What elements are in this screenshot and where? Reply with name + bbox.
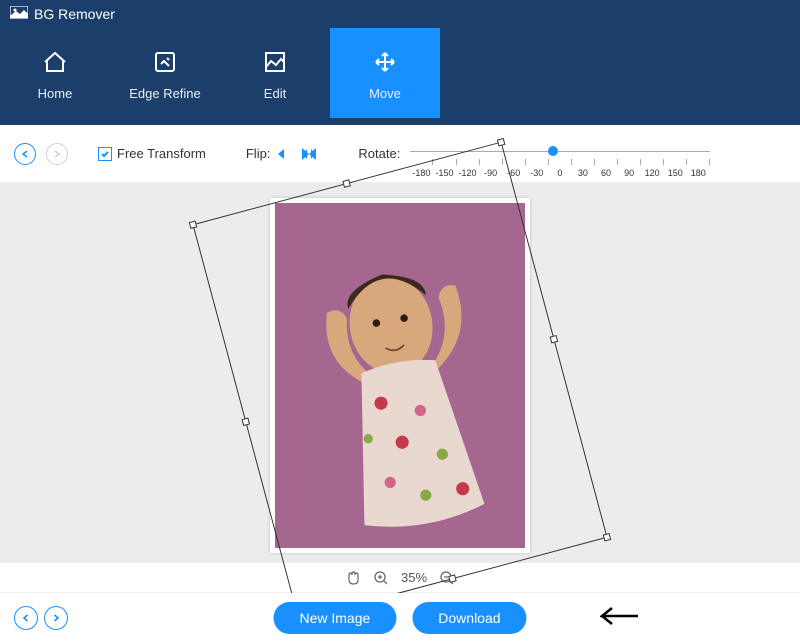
transform-handle-tl[interactable] <box>189 220 198 229</box>
free-transform-toggle[interactable]: Free Transform <box>98 146 206 161</box>
rotate-slider-knob[interactable] <box>548 146 558 156</box>
edit-icon <box>263 50 287 74</box>
pan-hand-icon[interactable] <box>345 570 361 586</box>
nav-tab-home[interactable]: Home <box>0 28 110 118</box>
nav-tabs: Home Edge Refine Edit Move <box>0 28 800 118</box>
prev-button[interactable] <box>14 606 38 630</box>
app-title-bar: BG Remover <box>0 0 800 28</box>
next-button[interactable] <box>44 606 68 630</box>
nav-label-edge: Edge Refine <box>129 86 201 101</box>
image-frame <box>270 198 530 553</box>
rotate-ticks: -180-150-120-90-60-300306090120150180 <box>410 159 710 165</box>
free-transform-label: Free Transform <box>117 146 206 161</box>
nav-label-edit: Edit <box>264 86 286 101</box>
zoom-in-icon[interactable] <box>373 570 389 586</box>
nav-tab-edge-refine[interactable]: Edge Refine <box>110 28 220 118</box>
canvas-area[interactable] <box>0 183 800 563</box>
redo-button[interactable] <box>46 143 68 165</box>
checkbox-icon <box>98 147 112 161</box>
zoom-percent: 35% <box>401 570 427 585</box>
new-image-button[interactable]: New Image <box>273 602 396 634</box>
app-title: BG Remover <box>34 6 115 22</box>
app-logo-icon <box>10 6 28 22</box>
undo-icon <box>19 148 31 160</box>
move-icon <box>373 50 397 74</box>
nav-label-home: Home <box>38 86 73 101</box>
flip-vertical-icon[interactable] <box>300 147 318 161</box>
image-background <box>275 203 525 548</box>
secondary-toolbar: Free Transform Flip: Rotate: -180-150-12… <box>0 125 800 183</box>
redo-icon <box>51 148 63 160</box>
flip-horizontal-icon[interactable] <box>276 147 294 161</box>
transform-handle-br[interactable] <box>603 533 612 542</box>
nav-tab-edit[interactable]: Edit <box>220 28 330 118</box>
home-icon <box>42 50 68 74</box>
bottom-bar: New Image Download <box>0 593 800 643</box>
download-button[interactable]: Download <box>412 602 526 634</box>
edge-refine-icon <box>153 50 177 74</box>
rotate-label: Rotate: <box>358 146 400 161</box>
transform-handle-r[interactable] <box>550 335 559 344</box>
zoom-out-icon[interactable] <box>439 570 455 586</box>
flip-label: Flip: <box>246 146 271 161</box>
chevron-right-icon <box>51 613 61 623</box>
transform-handle-l[interactable] <box>242 418 251 427</box>
nav-tab-move[interactable]: Move <box>330 28 440 118</box>
nav-label-move: Move <box>369 86 401 101</box>
subject-image[interactable] <box>275 207 525 544</box>
rotate-slider[interactable]: -180-150-120-90-60-300306090120150180 <box>410 151 710 157</box>
chevron-left-icon <box>21 613 31 623</box>
undo-button[interactable] <box>14 143 36 165</box>
annotation-arrow-icon <box>600 603 640 629</box>
zoom-bar: 35% <box>0 563 800 593</box>
